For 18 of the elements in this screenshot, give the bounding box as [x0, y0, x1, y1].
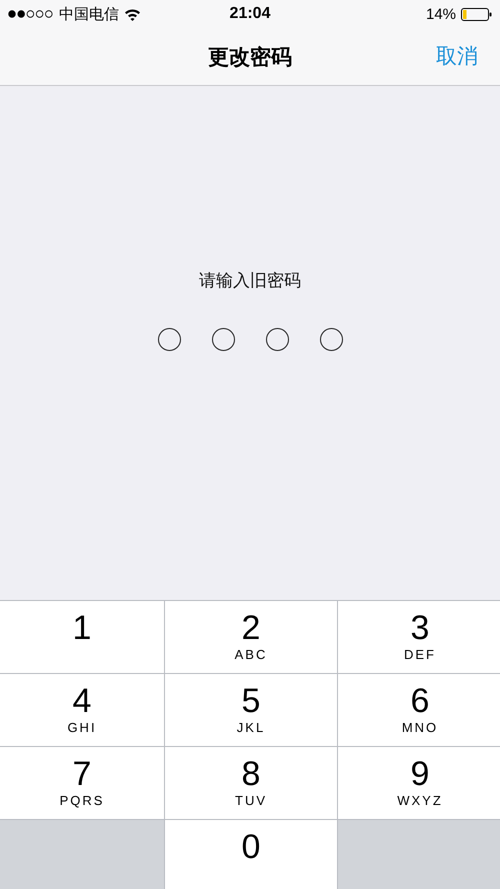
digit-key[interactable]: 3 DEF: [338, 601, 500, 673]
status-time: 21:04: [230, 5, 270, 23]
digit-key[interactable]: 8 TUV: [165, 747, 337, 819]
digit-key[interactable]: 0: [165, 820, 337, 889]
digit-key[interactable]: 5 JKL: [165, 674, 337, 746]
digit-key[interactable]: 7 PQRS: [0, 747, 164, 819]
signal-icon: [8, 10, 54, 18]
wifi-icon: [124, 8, 141, 20]
digit-key[interactable]: 2 ABC: [165, 601, 337, 673]
battery-icon: [461, 8, 492, 20]
nav-title: 更改密码: [208, 44, 292, 70]
carrier-name: 中国电信: [59, 4, 119, 24]
digit-key[interactable]: 4 GHI: [0, 674, 164, 746]
digit-key[interactable]: 1: [0, 601, 164, 673]
battery-percent: 14%: [426, 6, 456, 22]
digit-key[interactable]: 6 MNO: [338, 674, 500, 746]
passcode-prompt: 请输入旧密码: [199, 270, 301, 292]
digit-key[interactable]: 9 WXYZ: [338, 747, 500, 819]
